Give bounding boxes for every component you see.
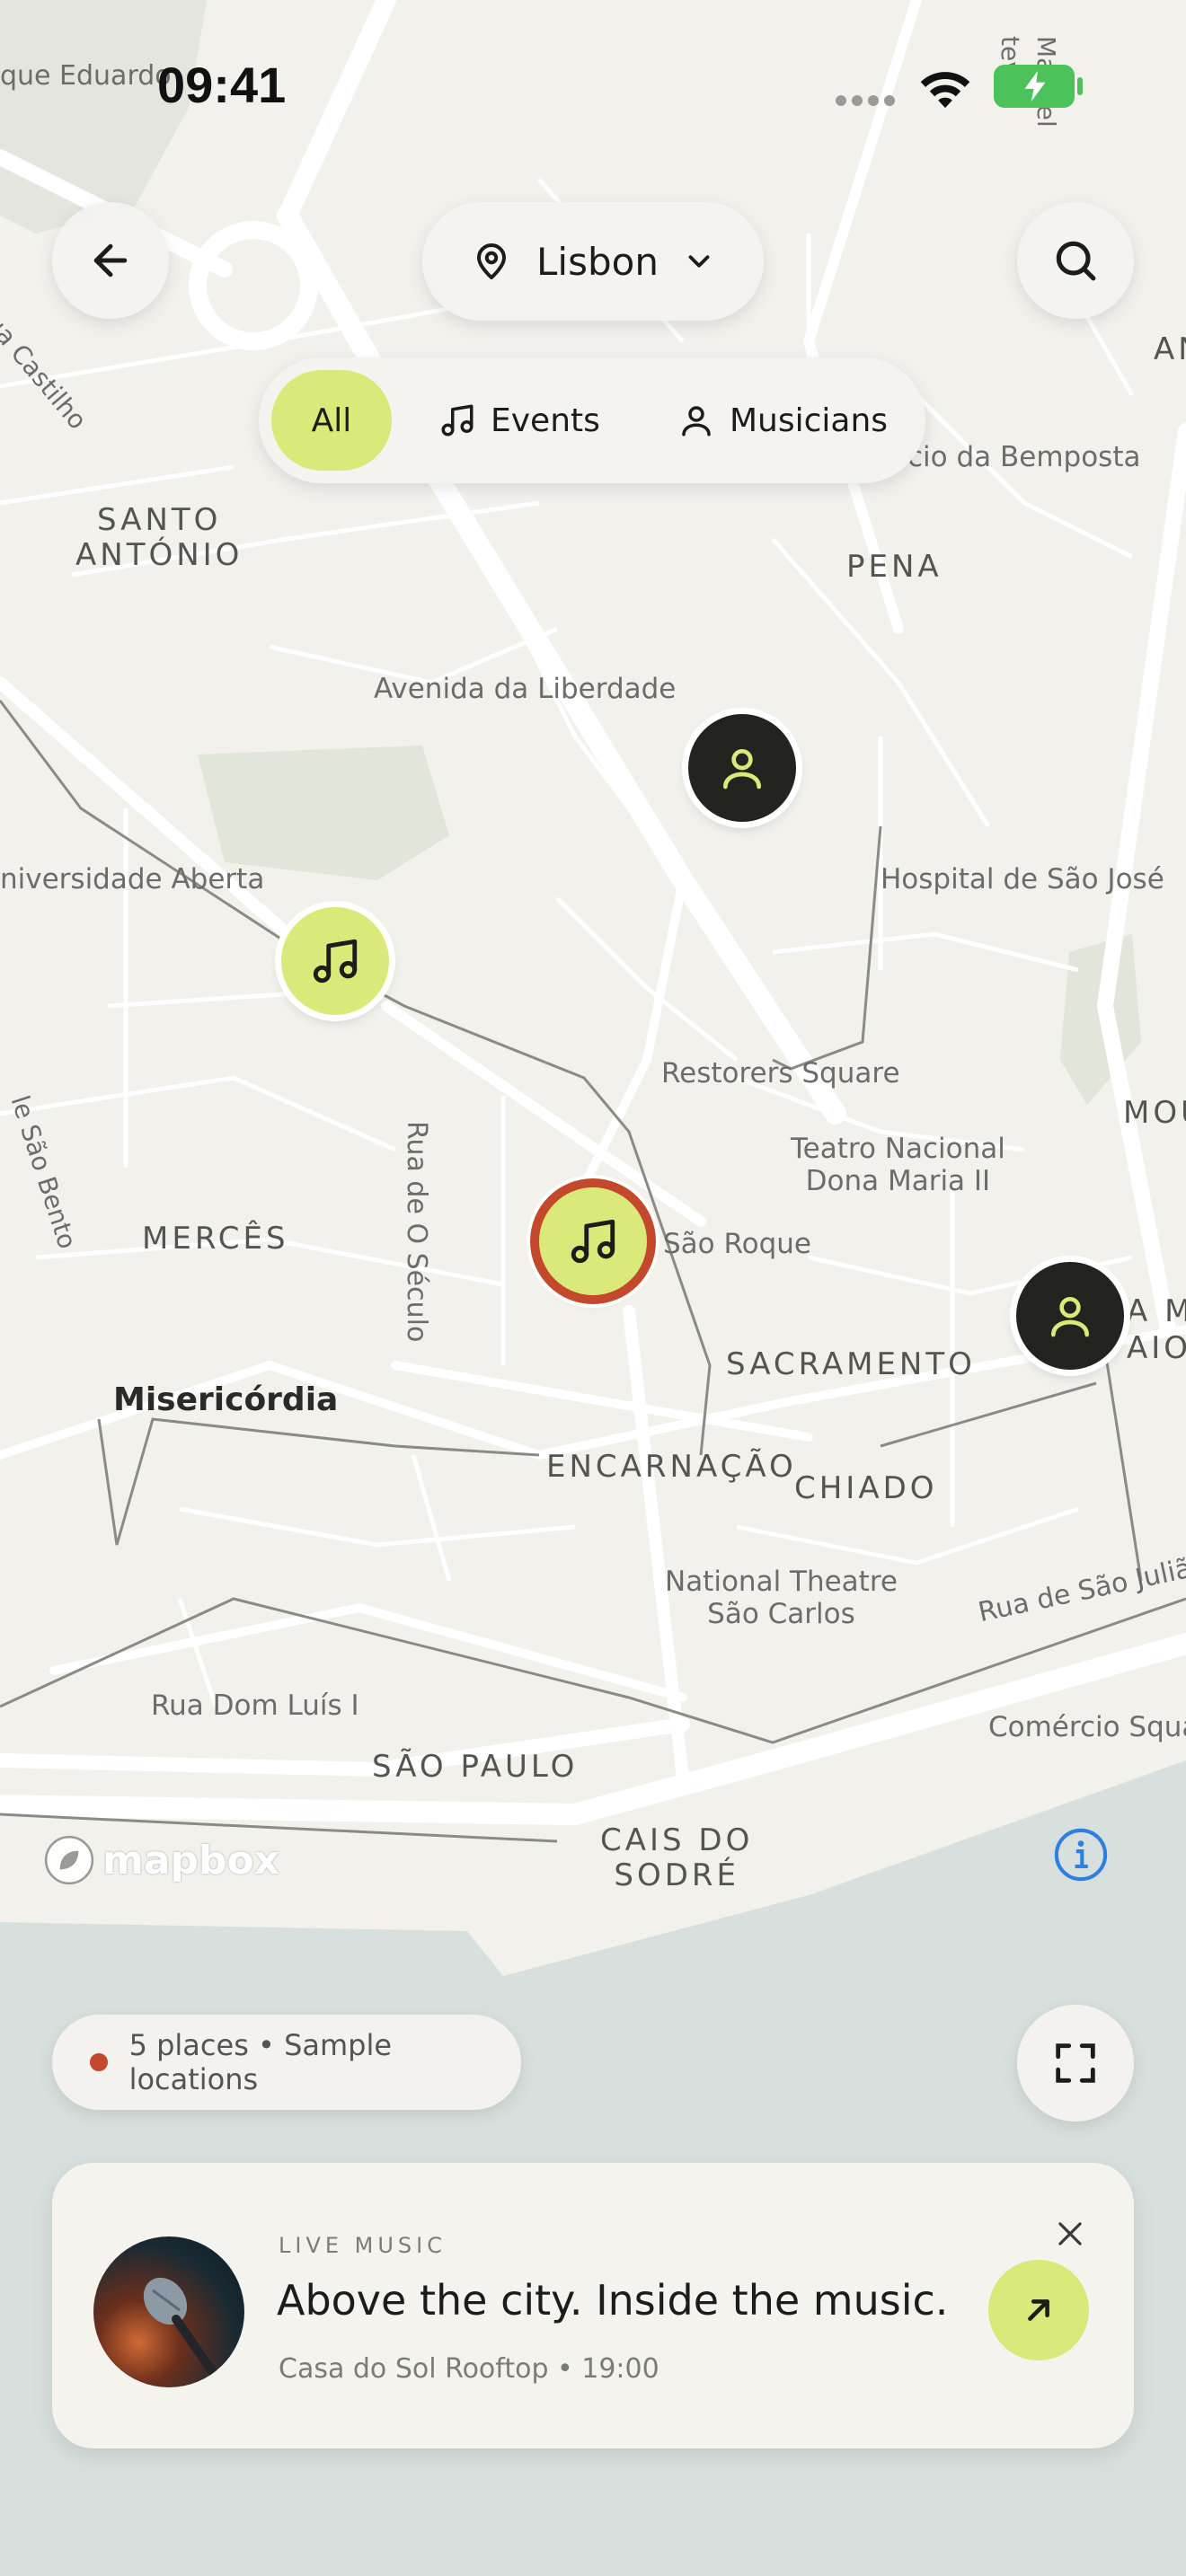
location-label: Lisbon bbox=[536, 239, 659, 284]
filter-musicians[interactable]: Musicians bbox=[677, 370, 888, 471]
close-icon bbox=[1058, 2222, 1082, 2245]
map-label: MERCÊS bbox=[142, 1221, 289, 1257]
map-label: Rua Dom Luís I bbox=[151, 1689, 359, 1722]
places-summary-text: 5 places • Sample locations bbox=[128, 2028, 393, 2096]
event-thumbnail bbox=[93, 2236, 244, 2387]
map-label: Restorers Square bbox=[661, 1057, 900, 1090]
status-bar: 09:41 bbox=[0, 0, 1186, 171]
mapbox-icon bbox=[44, 1835, 94, 1885]
map-pin-icon bbox=[477, 243, 507, 279]
mapbox-logo[interactable]: mapbox bbox=[41, 1832, 279, 1888]
status-time: 09:41 bbox=[157, 57, 287, 113]
map-label: Comércio Squa bbox=[988, 1711, 1186, 1743]
event-marker-selected[interactable] bbox=[539, 1187, 647, 1295]
microphone-icon bbox=[143, 2277, 217, 2376]
event-category: LIVE MUSIC bbox=[279, 2233, 447, 2258]
musician-marker[interactable] bbox=[688, 714, 796, 822]
music-note-icon bbox=[441, 404, 474, 437]
battery-tip bbox=[1077, 77, 1083, 95]
mapbox-wordmark: mapbox bbox=[102, 1837, 280, 1883]
filter-all[interactable]: All bbox=[271, 370, 392, 471]
map-label: SÃO PAULO bbox=[372, 1749, 579, 1785]
map-label: SANTO ANTÓNIO bbox=[75, 502, 243, 574]
map-label: SACRAMENTO bbox=[726, 1346, 976, 1382]
map-label: cio da Bemposta bbox=[907, 441, 1141, 473]
event-preview-card[interactable]: LIVE MUSIC Above the city. Inside the mu… bbox=[52, 2163, 1134, 2448]
charging-bolt-icon bbox=[1024, 70, 1046, 102]
chevron-down-icon bbox=[688, 255, 710, 268]
map-label: Avenida da Liberdade bbox=[374, 673, 677, 705]
map-label: São Roque bbox=[663, 1228, 812, 1260]
map-label: Misericórdia bbox=[113, 1381, 339, 1418]
map-label: Hospital de São José bbox=[881, 863, 1164, 895]
person-icon bbox=[723, 749, 761, 790]
music-note-icon bbox=[313, 939, 358, 984]
filter-musicians-label: Musicians bbox=[730, 401, 889, 439]
map-label: MOU bbox=[1123, 1095, 1186, 1131]
expand-icon bbox=[1056, 2043, 1095, 2083]
map-label: ENCARNAÇÃO bbox=[546, 1449, 797, 1485]
signal-icon bbox=[836, 95, 895, 106]
open-event-button[interactable] bbox=[988, 2260, 1089, 2360]
person-icon bbox=[1051, 1297, 1089, 1337]
map-label: AN bbox=[1154, 331, 1186, 367]
map-label: niversidade Aberta bbox=[0, 863, 265, 895]
arrow-left-icon bbox=[93, 243, 128, 278]
wifi-icon bbox=[920, 72, 970, 109]
filter-segmented-control: All Events Musicians bbox=[259, 357, 925, 483]
music-note-icon bbox=[571, 1219, 615, 1264]
event-marker[interactable] bbox=[281, 907, 389, 1015]
close-card-button[interactable] bbox=[1048, 2211, 1093, 2256]
map-label: Rua de O Século bbox=[401, 1121, 432, 1343]
filter-all-label: All bbox=[311, 401, 352, 439]
map-label: National Theatre São Carlos bbox=[665, 1566, 898, 1630]
search-icon bbox=[1056, 241, 1096, 281]
person-icon bbox=[682, 406, 711, 437]
event-title: Above the city. Inside the music. bbox=[277, 2276, 949, 2325]
map-label: Teatro Nacional Dona Maria II bbox=[791, 1133, 1005, 1197]
event-venue-time: Casa do Sol Rooftop • 19:00 bbox=[279, 2353, 659, 2385]
map-label: CAIS DO SODRÉ bbox=[600, 1822, 754, 1894]
info-icon[interactable] bbox=[1053, 1827, 1109, 1883]
map-label: A M AIO bbox=[1127, 1293, 1186, 1366]
places-summary: 5 places • Sample locations bbox=[52, 2015, 521, 2110]
filter-events[interactable]: Events bbox=[438, 370, 600, 471]
musician-marker[interactable] bbox=[1016, 1262, 1124, 1370]
back-button[interactable] bbox=[52, 202, 169, 319]
battery-icon bbox=[994, 65, 1075, 108]
arrow-up-right-icon bbox=[1028, 2299, 1049, 2321]
map-label: PENA bbox=[846, 549, 943, 585]
location-selector[interactable]: Lisbon bbox=[422, 202, 764, 321]
filter-events-label: Events bbox=[491, 401, 600, 439]
fullscreen-button[interactable] bbox=[1017, 2005, 1134, 2122]
map-label: CHIADO bbox=[794, 1470, 938, 1506]
search-button[interactable] bbox=[1017, 202, 1134, 319]
status-dot bbox=[90, 2053, 108, 2071]
